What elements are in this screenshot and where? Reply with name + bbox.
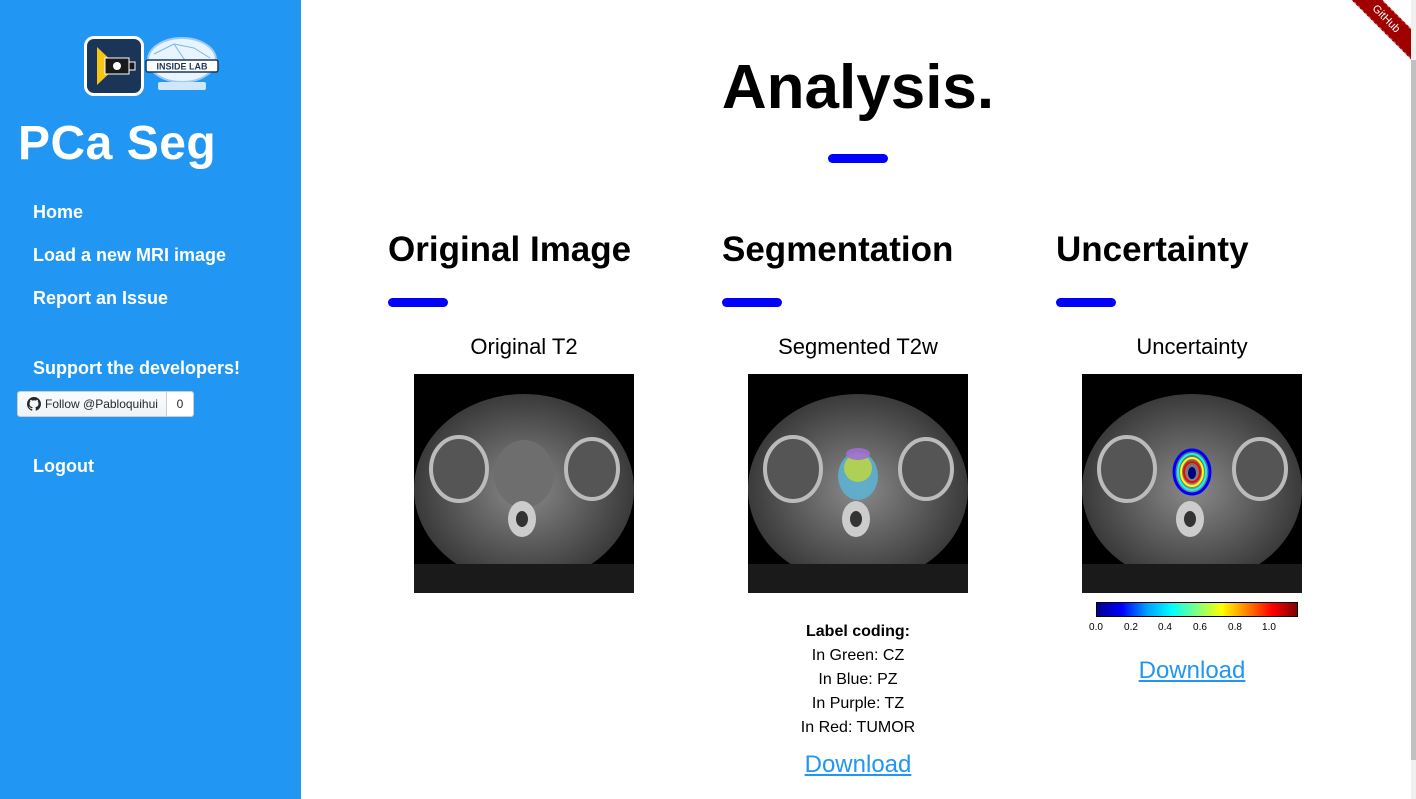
brain-network-icon: INSIDE LAB	[144, 34, 220, 98]
camera-icon	[84, 36, 144, 96]
page-title: Analysis.	[721, 53, 995, 122]
github-follow-widget[interactable]: Follow @Pabloquihui 0	[17, 391, 194, 417]
github-follow-button[interactable]: Follow @Pabloquihui	[17, 391, 167, 417]
label-coding-line: In Red: TUMOR	[800, 719, 916, 736]
logo-text: INSIDE LAB	[156, 62, 208, 72]
mri-segmentation-image	[748, 374, 968, 593]
nav-logout[interactable]: Logout	[33, 456, 94, 477]
mri-uncertainty-image	[1082, 374, 1302, 593]
download-uncertainty-link[interactable]: Download	[1082, 657, 1302, 685]
label-coding-legend: Label coding: In Green: CZ In Blue: PZ I…	[748, 620, 968, 740]
colorbar-tick: 0.4	[1158, 622, 1172, 633]
scrollbar[interactable]	[1411, 0, 1416, 799]
heading-underline	[1056, 298, 1116, 307]
title-underline	[828, 154, 888, 163]
colorbar-tick: 0.8	[1228, 622, 1242, 633]
github-icon	[27, 397, 41, 411]
scrollbar-thumb[interactable]	[1411, 60, 1416, 760]
heading-underline	[388, 298, 448, 307]
nav-load-mri[interactable]: Load a new MRI image	[33, 245, 226, 266]
colorbar-tick: 1.0	[1262, 622, 1276, 633]
caption-segmented-t2w: Segmented T2w	[778, 334, 938, 359]
github-follow-count[interactable]: 0	[166, 391, 194, 417]
uncertainty-colorbar	[1096, 602, 1298, 617]
label-coding-line: In Blue: PZ	[818, 671, 898, 688]
colorbar-tick: 0.2	[1124, 622, 1138, 633]
nav-support: Support the developers!	[33, 358, 241, 378]
heading-uncertainty: Uncertainty	[1056, 230, 1249, 269]
inside-lab-logo[interactable]: INSIDE LAB	[84, 34, 220, 100]
github-ribbon[interactable]: GitHub	[1346, 0, 1416, 70]
nav-report-issue[interactable]: Report an Issue	[33, 288, 168, 309]
heading-segmentation: Segmentation	[722, 230, 954, 269]
mri-original-image	[414, 374, 634, 593]
github-follow-label: Follow @Pabloquihui	[45, 397, 158, 411]
caption-uncertainty: Uncertainty	[1136, 334, 1248, 359]
heading-original-image: Original Image	[388, 230, 632, 269]
colorbar-tick: 0.6	[1193, 622, 1207, 633]
colorbar-tick: 0.0	[1089, 622, 1103, 633]
github-ribbon-label[interactable]: GitHub	[1346, 0, 1416, 70]
caption-original-t2: Original T2	[470, 334, 578, 359]
heading-underline	[722, 298, 782, 307]
app-title: PCa Seg	[18, 117, 217, 170]
label-coding-title: Label coding:	[806, 623, 910, 640]
nav-home[interactable]: Home	[33, 202, 83, 223]
label-coding-line: In Green: CZ	[811, 647, 905, 664]
label-coding-line: In Purple: TZ	[811, 695, 905, 712]
download-segmentation-link[interactable]: Download	[748, 751, 968, 779]
sidebar: INSIDE LAB PCa Seg Home Load a new MRI i…	[0, 0, 301, 799]
